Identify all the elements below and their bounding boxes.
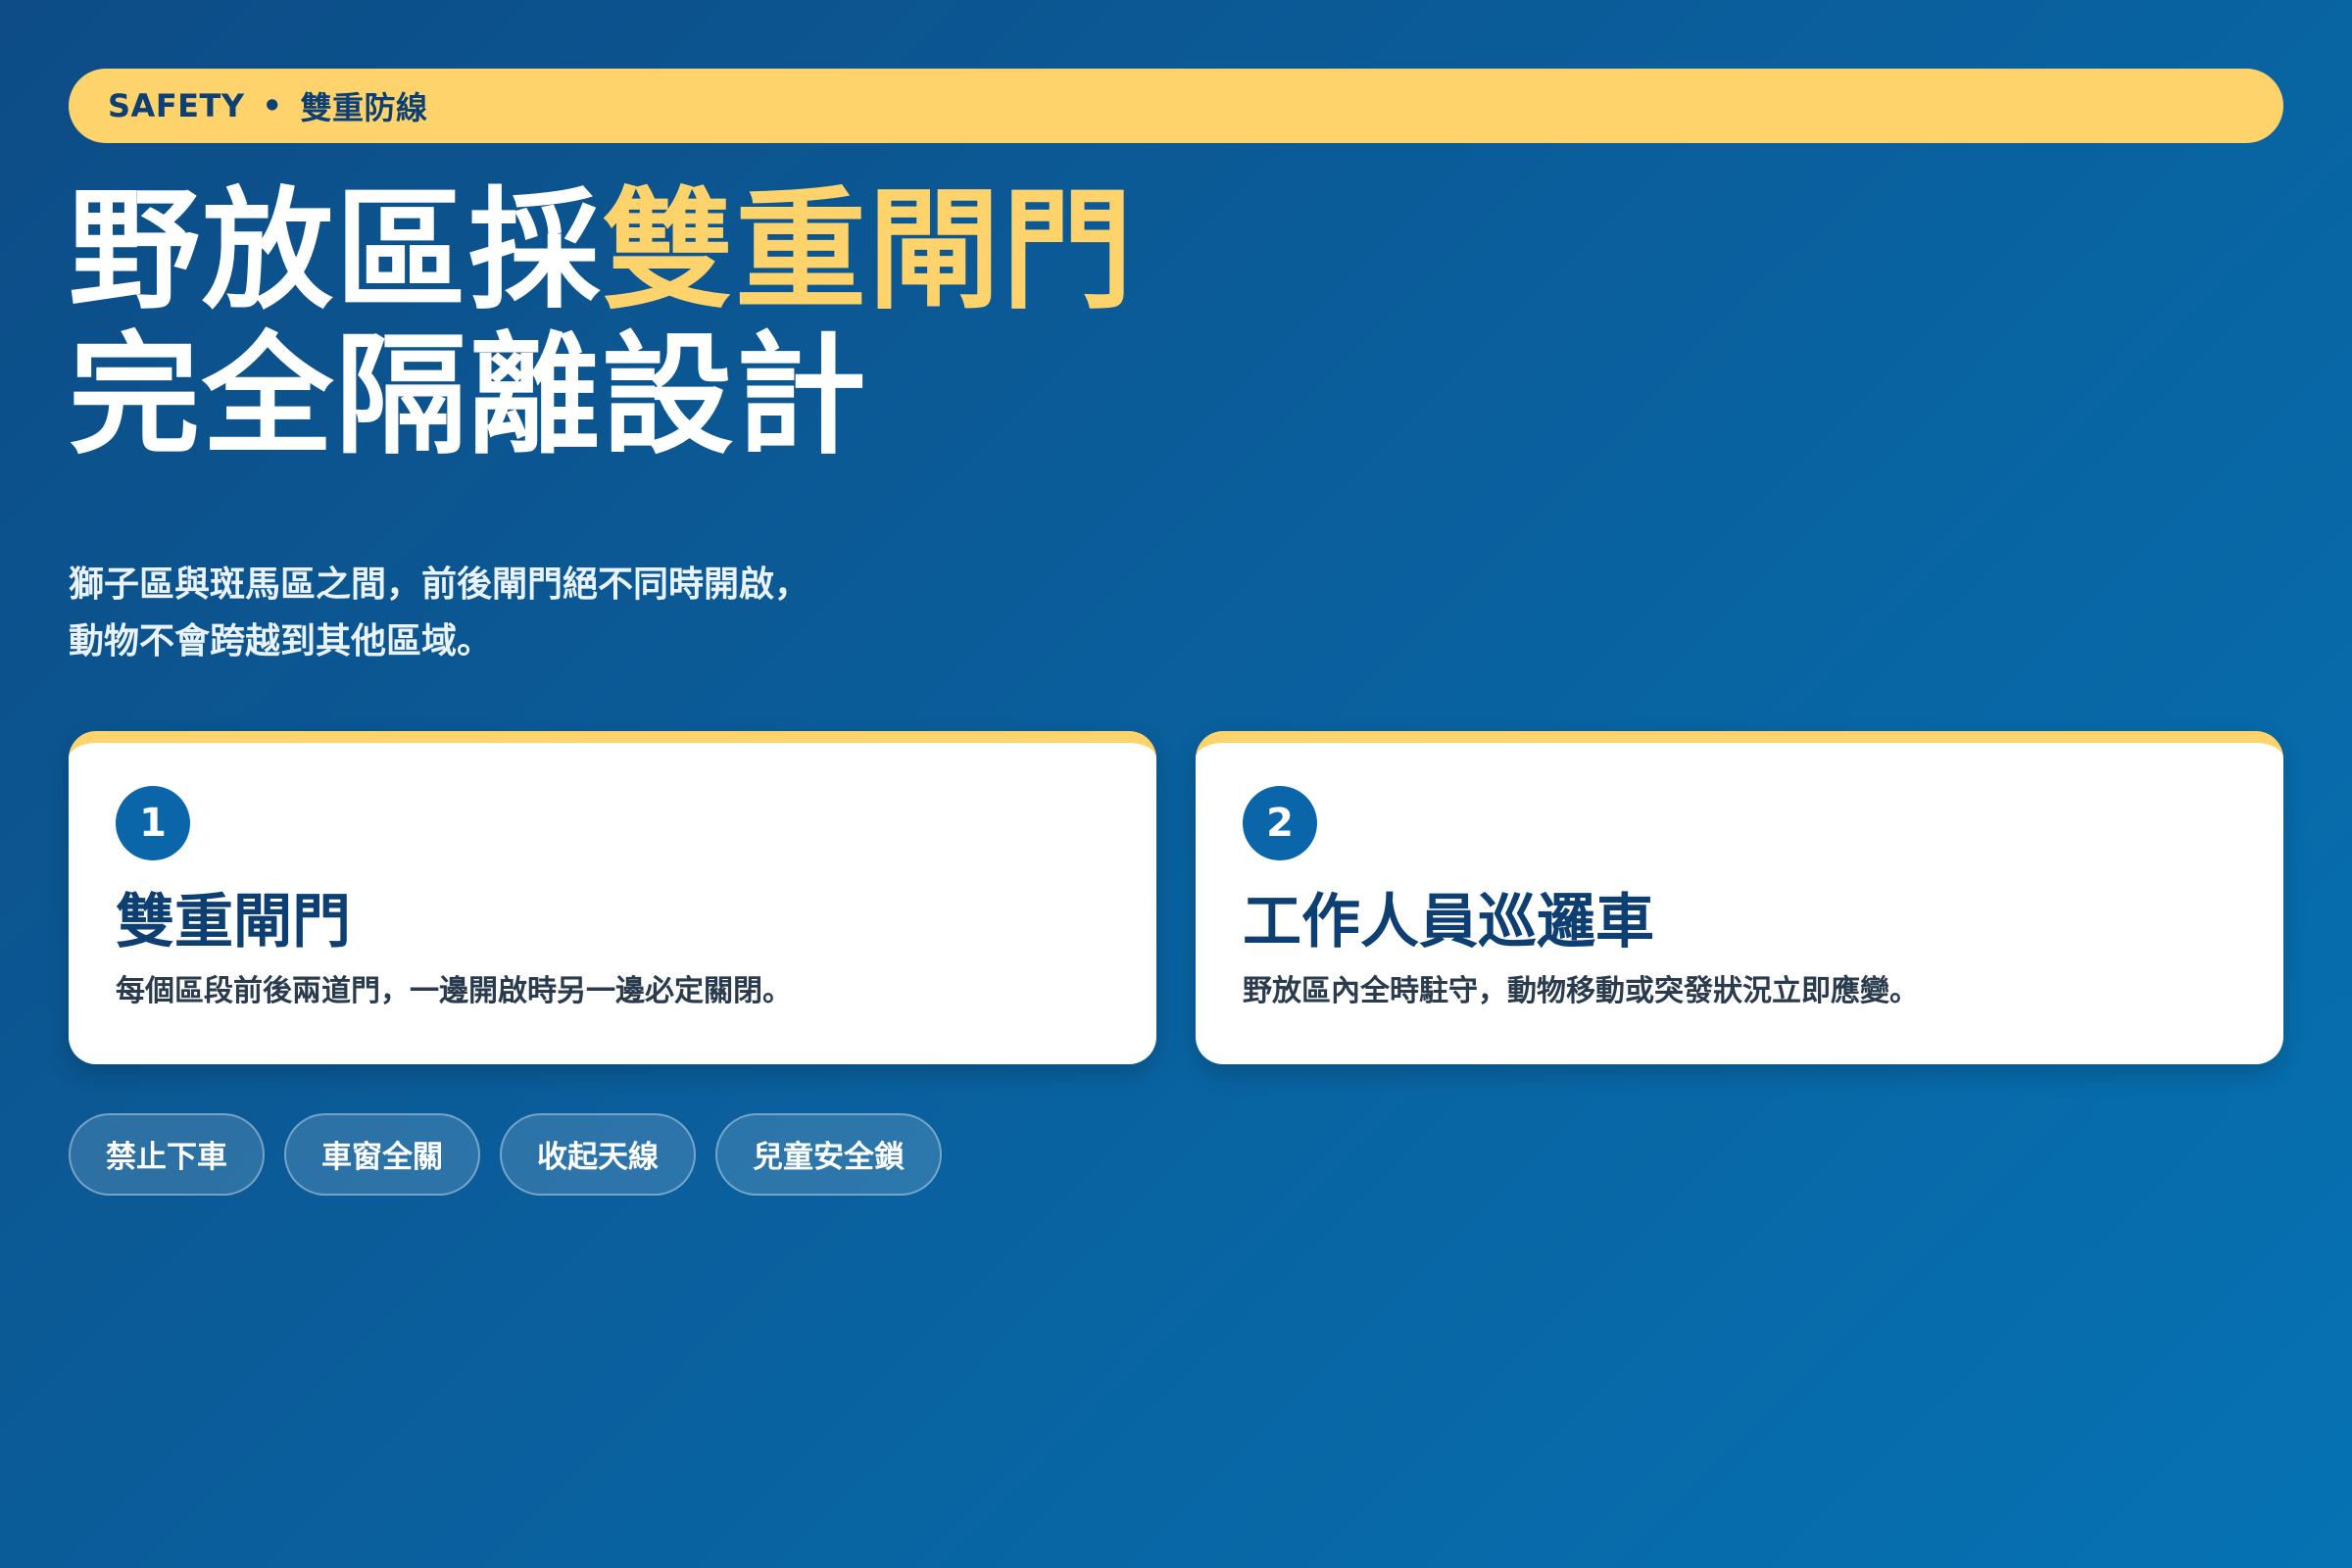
feature-cards: 1 雙重閘門 每個區段前後兩道門，一邊開啟時另一邊必定關閉。 2 工作人員巡邏車…: [69, 730, 2283, 1064]
safety-rule-tags: 禁止下車 車窗全關 收起天線 兒童安全鎖: [69, 1112, 2283, 1196]
tag-no-exit-vehicle: 禁止下車: [69, 1112, 265, 1196]
card-number-badge: 2: [1243, 785, 1317, 860]
section-category: SAFETY: [108, 87, 245, 124]
title-line-1: 野放區採雙重閘門: [69, 178, 2283, 323]
card-description: 每個區段前後兩道門，一邊開啟時另一邊必定關閉。: [116, 973, 792, 1008]
card-number-badge: 1: [116, 785, 190, 860]
tag-child-lock: 兒童安全鎖: [715, 1112, 942, 1196]
label-separator: •: [262, 87, 283, 124]
title-highlight-text: 雙重閘門: [602, 174, 1136, 327]
tag-retract-antenna: 收起天線: [500, 1112, 696, 1196]
feature-card-patrol-vehicle: 2 工作人員巡邏車 野放區內全時駐守，動物移動或突發狀況立即應變。: [1196, 730, 2283, 1064]
safety-slide: SAFETY • 雙重防線 野放區採雙重閘門 完全隔離設計 獅子區與斑馬區之間，…: [0, 0, 2352, 1568]
title-line-2: 完全隔離設計: [69, 319, 869, 472]
subtitle-line-2: 動物不會跨越到其他區域。: [69, 620, 493, 662]
feature-card-double-gate: 1 雙重閘門 每個區段前後兩道門，一邊開啟時另一邊必定關閉。: [69, 730, 1156, 1064]
section-topic: 雙重防線: [300, 89, 428, 126]
subtitle-line-1: 獅子區與斑馬區之間，前後閘門絕不同時開啟，: [69, 564, 810, 605]
tag-windows-closed: 車窗全關: [284, 1112, 480, 1196]
title-plain-text: 野放區採: [69, 174, 603, 327]
page-title: 野放區採雙重閘門 完全隔離設計: [69, 178, 2283, 468]
section-label-pill: SAFETY • 雙重防線: [69, 69, 2283, 143]
card-title: 工作人員巡邏車: [1243, 887, 1654, 956]
card-description: 野放區內全時駐守，動物移動或突發狀況立即應變。: [1243, 973, 1919, 1008]
card-title: 雙重閘門: [116, 887, 351, 956]
subtitle: 獅子區與斑馬區之間，前後閘門絕不同時開啟， 動物不會跨越到其他區域。: [69, 557, 2283, 670]
